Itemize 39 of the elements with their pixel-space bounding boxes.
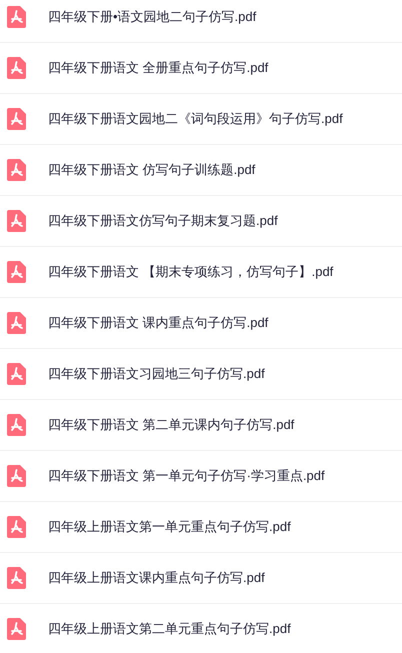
file-name: 四年级下册语文 仿写句子训练题.pdf [48,161,256,180]
file-row[interactable]: 四年级上册语文课内重点句子仿写.pdf [0,553,402,604]
file-row[interactable]: 四年级下册•语文园地二句子仿写.pdf [0,0,402,43]
pdf-file-icon [7,261,26,283]
file-row[interactable]: 四年级下册语文 课内重点句子仿写.pdf [0,298,402,349]
file-row[interactable]: 四年级下册语文 第一单元句子仿写·学习重点.pdf [0,451,402,502]
file-name: 四年级下册•语文园地二句子仿写.pdf [48,8,256,26]
file-row[interactable]: 四年级下册语文园地二《词句段运用》句子仿写.pdf [0,94,402,145]
file-row[interactable]: 四年级上册语文第二单元重点句子仿写.pdf [0,604,402,653]
pdf-file-icon [7,108,26,130]
file-name: 四年级上册语文课内重点句子仿写.pdf [48,569,265,588]
file-row[interactable]: 四年级下册语文习园地三句子仿写.pdf [0,349,402,400]
file-row[interactable]: 四年级下册语文 仿写句子训练题.pdf [0,145,402,196]
file-name: 四年级下册语文 【期末专项练习，仿写句子】.pdf [48,263,334,282]
pdf-file-icon [7,516,26,538]
file-row[interactable]: 四年级下册语文 全册重点句子仿写.pdf [0,43,402,94]
file-name: 四年级下册语文园地二《词句段运用》句子仿写.pdf [48,110,343,128]
pdf-file-icon [7,618,26,640]
file-name: 四年级下册语文 课内重点句子仿写.pdf [48,314,268,332]
pdf-file-icon [7,363,26,385]
file-name: 四年级上册语文第一单元重点句子仿写.pdf [48,518,291,536]
file-row[interactable]: 四年级下册语文 第二单元课内句子仿写.pdf [0,400,402,451]
file-row[interactable]: 四年级下册语文 【期末专项练习，仿写句子】.pdf [0,247,402,298]
file-name: 四年级下册语文 第一单元句子仿写·学习重点.pdf [48,467,325,486]
file-row[interactable]: 四年级上册语文第一单元重点句子仿写.pdf [0,502,402,553]
pdf-file-icon [7,414,26,436]
file-name: 四年级下册语文仿写句子期末复习题.pdf [48,212,278,230]
file-name: 四年级下册语文 第二单元课内句子仿写.pdf [48,416,294,434]
pdf-file-icon [7,312,26,334]
file-row[interactable]: 四年级下册语文仿写句子期末复习题.pdf [0,196,402,247]
pdf-file-icon [7,159,26,181]
pdf-file-icon [7,465,26,487]
pdf-file-icon [7,6,26,28]
file-name: 四年级上册语文第二单元重点句子仿写.pdf [48,620,291,638]
file-name: 四年级下册语文习园地三句子仿写.pdf [48,365,265,384]
pdf-file-icon [7,57,26,79]
file-name: 四年级下册语文 全册重点句子仿写.pdf [48,59,268,78]
pdf-file-icon [7,567,26,589]
pdf-file-icon [7,210,26,232]
